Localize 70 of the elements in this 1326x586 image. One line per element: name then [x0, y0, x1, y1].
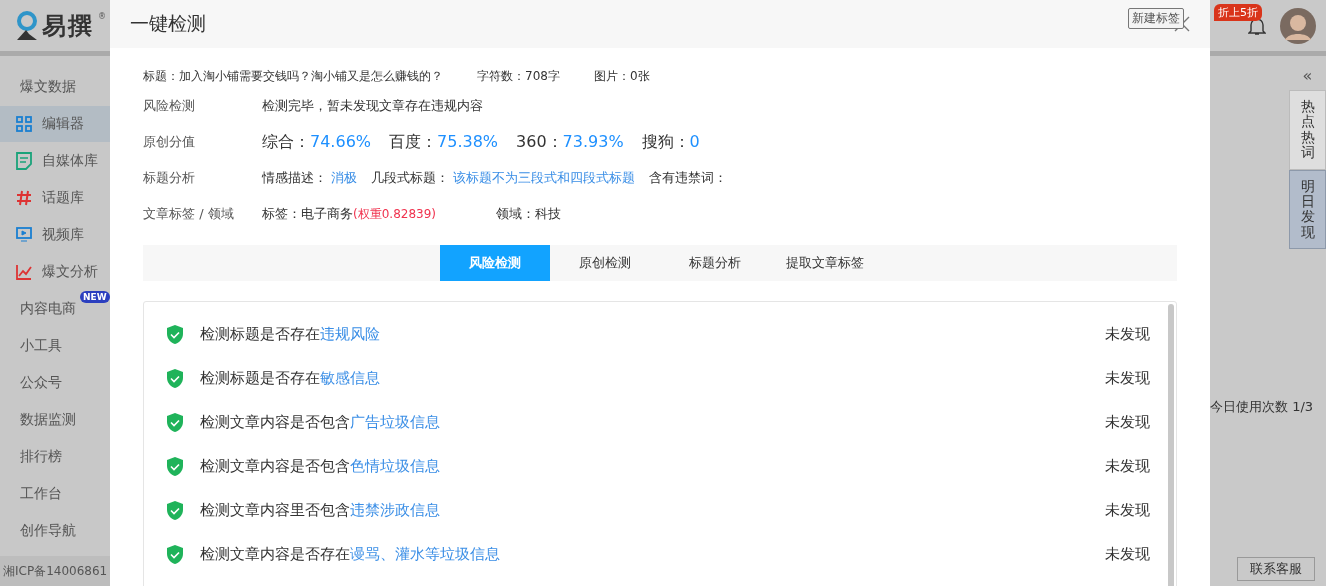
- check-result: 未发现: [1105, 544, 1150, 564]
- usage-count: 今日使用次数 1/3: [1210, 398, 1314, 416]
- check-text: 检测标题是否存在违规风险: [200, 324, 381, 344]
- modal-title: 一键检测: [130, 11, 206, 36]
- check-result: 未发现: [1105, 324, 1150, 344]
- shield-check-icon: [166, 543, 184, 565]
- document-icon: [16, 152, 32, 170]
- sidebar-item[interactable]: 数据监测: [0, 402, 110, 438]
- tooltip: 新建标签: [1128, 8, 1184, 29]
- registered-mark: ®: [98, 12, 106, 21]
- sidebar-item[interactable]: 爆文分析: [0, 254, 110, 290]
- sidebar-item[interactable]: 内容电商 NEW: [0, 291, 110, 327]
- check-text: 检测文章内容是否存在谩骂、灌水等垃圾信息: [200, 544, 501, 564]
- domain-text: 领域：科技: [496, 205, 561, 223]
- sidebar-item[interactable]: 视频库: [0, 217, 110, 253]
- shield-check-icon: [166, 455, 184, 477]
- sidebar-item[interactable]: 排行榜: [0, 439, 110, 475]
- avatar[interactable]: [1280, 7, 1316, 44]
- row-label: 文章标签 / 领域: [143, 205, 235, 223]
- row-label: 原创分值: [143, 133, 196, 151]
- check-result: 未发现: [1105, 500, 1150, 520]
- article-title: 标题：加入淘小铺需要交钱吗？淘小铺又是怎么赚钱的？: [143, 67, 443, 85]
- logo-icon: [16, 10, 38, 41]
- analysis-text: 几段式标题： 该标题不为三段式和四段式标题: [371, 169, 636, 187]
- sidebar-item[interactable]: 创作导航: [0, 513, 110, 549]
- row-label: 风险检测: [143, 97, 196, 115]
- sidebar-item[interactable]: 公众号: [0, 365, 110, 401]
- score-text: 360：73.93%: [516, 131, 624, 153]
- line-chart-icon: [16, 264, 32, 280]
- icp-text: 湘ICP备14006861: [0, 556, 110, 586]
- new-badge: NEW: [80, 291, 110, 303]
- logo-text: 易撰: [42, 10, 94, 42]
- support-button[interactable]: 联系客服: [1237, 557, 1315, 581]
- shield-check-icon: [166, 323, 184, 345]
- row-label: 标题分析: [143, 169, 196, 187]
- analysis-text: 情感描述： 消极: [262, 169, 358, 187]
- sidebar-item[interactable]: 爆文数据: [0, 69, 110, 105]
- analysis-text: 含有违禁词：: [649, 169, 728, 187]
- shield-check-icon: [166, 499, 184, 521]
- risk-result: 检测完毕，暂未发现文章存在违规内容: [262, 97, 483, 115]
- tab[interactable]: 风险检测: [440, 245, 550, 281]
- side-tab[interactable]: 明日发现: [1289, 169, 1326, 250]
- check-result: 未发现: [1105, 456, 1150, 476]
- tag-text: 标签：电子商务(权重0.82839): [262, 205, 437, 223]
- check-text: 检测文章内容是否包含广告垃圾信息: [200, 412, 441, 432]
- tab[interactable]: 原创检测: [550, 245, 660, 281]
- check-result: 未发现: [1105, 412, 1150, 432]
- image-count: 图片：0张: [593, 67, 650, 85]
- shield-check-icon: [166, 367, 184, 389]
- hashtag-icon: [16, 190, 32, 206]
- sidebar-item[interactable]: 编辑器: [0, 106, 110, 142]
- shield-check-icon: [166, 411, 184, 433]
- score-text: 综合：74.66%: [262, 131, 371, 153]
- video-icon: [16, 227, 32, 243]
- sidebar-item[interactable]: 话题库: [0, 180, 110, 216]
- sidebar-item[interactable]: 小工具: [0, 328, 110, 364]
- side-tab[interactable]: 热点热词: [1289, 90, 1326, 170]
- tab[interactable]: 提取文章标签: [770, 245, 880, 281]
- score-text: 搜狗：0: [641, 131, 700, 153]
- check-result: 未发现: [1105, 368, 1150, 388]
- sidebar-item[interactable]: 自媒体库: [0, 143, 110, 179]
- check-text: 检测标题是否存在敏感信息: [200, 368, 381, 388]
- tab[interactable]: 标题分析: [660, 245, 770, 281]
- check-text: 检测文章内容里否包含违禁涉政信息: [200, 500, 441, 520]
- grid-icon: [16, 116, 32, 132]
- char-count: 字符数：708字: [477, 67, 560, 85]
- score-text: 百度：75.38%: [389, 131, 499, 153]
- sidebar-item[interactable]: 工作台: [0, 476, 110, 512]
- promo-badge: 折上5折: [1214, 4, 1262, 21]
- check-text: 检测文章内容是否包含色情垃圾信息: [200, 456, 441, 476]
